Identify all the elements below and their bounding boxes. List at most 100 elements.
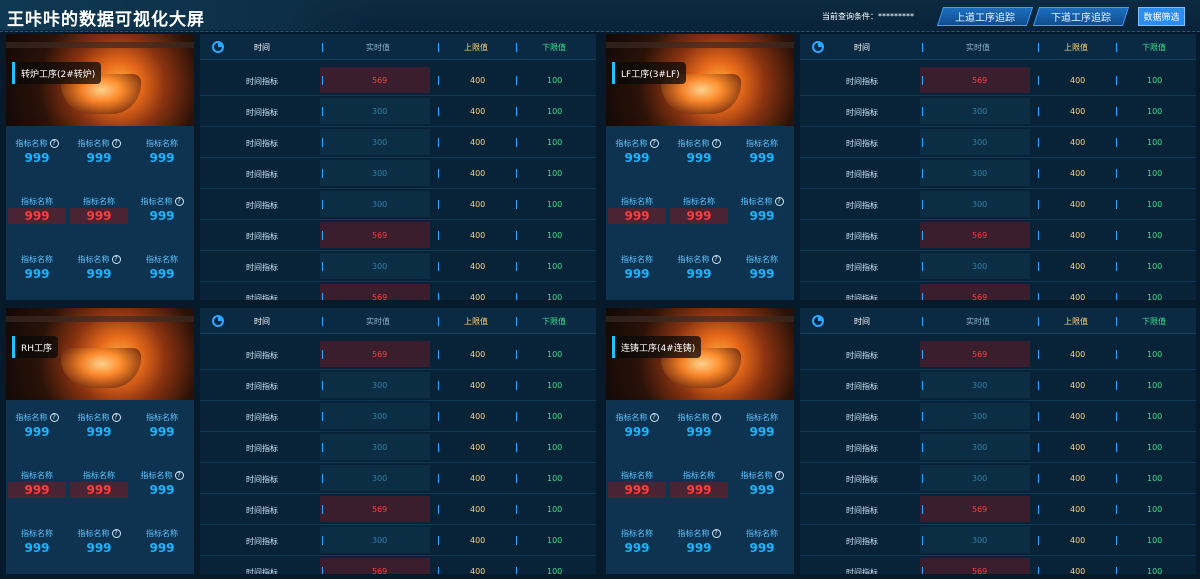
help-icon[interactable]: ? [649, 412, 659, 422]
table-row[interactable]: 时间指标 300 400 100 [200, 370, 596, 401]
table-header: 时间 实时值 上限值 下限值 [200, 308, 596, 334]
process-label[interactable]: RH工序 [12, 336, 59, 358]
help-icon[interactable]: ? [49, 138, 59, 148]
row-realtime: 569 [972, 231, 988, 240]
table-row[interactable]: 时间指标 300 400 100 [800, 525, 1196, 556]
row-time: 时间指标 [246, 294, 278, 300]
prev-process-button[interactable]: 上道工序追踪 [936, 7, 1034, 26]
row-lower: 100 [547, 107, 563, 116]
metric-value: 999 [86, 541, 112, 555]
help-icon[interactable]: ? [111, 138, 121, 148]
table-row[interactable]: 时间指标 300 400 100 [800, 96, 1196, 127]
divider [1038, 567, 1039, 574]
help-icon[interactable]: ? [111, 254, 121, 264]
metric-label: 指标名称 [21, 528, 53, 538]
table-row[interactable]: 时间指标 569 400 100 [200, 282, 596, 300]
help-icon[interactable]: ? [774, 196, 784, 206]
table-row[interactable]: 时间指标 300 400 100 [800, 401, 1196, 432]
row-realtime: 300 [972, 443, 988, 452]
metric-value: 999 [686, 267, 712, 281]
help-icon[interactable]: ? [111, 528, 121, 538]
divider [1116, 350, 1117, 359]
divider [322, 107, 323, 116]
filter-button[interactable]: 数据筛选 [1138, 7, 1185, 26]
divider [516, 474, 517, 483]
divider [516, 412, 517, 421]
process-label[interactable]: LF工序(3#LF) [612, 62, 686, 84]
row-upper: 400 [1070, 474, 1086, 483]
table-row[interactable]: 时间指标 300 400 100 [800, 370, 1196, 401]
table-row[interactable]: 时间指标 300 400 100 [800, 463, 1196, 494]
help-icon[interactable]: ? [649, 138, 659, 148]
divider [516, 262, 517, 271]
table-row[interactable]: 时间指标 569 400 100 [200, 556, 596, 574]
help-icon[interactable]: ? [711, 138, 721, 148]
metric-label: 指标名称 [746, 254, 778, 264]
pie-chart-icon [212, 41, 224, 53]
table-row[interactable]: 时间指标 300 400 100 [200, 463, 596, 494]
metric-value: 999 [749, 267, 775, 281]
divider [438, 412, 439, 421]
table-row[interactable]: 时间指标 300 400 100 [200, 525, 596, 556]
table-row[interactable]: 时间指标 300 400 100 [200, 127, 596, 158]
process-label[interactable]: 转炉工序(2#转炉) [12, 62, 102, 84]
photo-beam [606, 316, 794, 322]
next-process-button[interactable]: 下道工序追踪 [1032, 7, 1130, 26]
metric-name: 指标名称 [606, 468, 668, 482]
help-icon[interactable]: ? [774, 470, 784, 480]
header-realtime: 实时值 [966, 43, 990, 52]
table-row[interactable]: 时间指标 569 400 100 [800, 65, 1196, 96]
row-realtime: 300 [972, 107, 988, 116]
divider [516, 76, 517, 85]
metric-card: 指标名称? 999 [68, 252, 130, 288]
table-row[interactable]: 时间指标 569 400 100 [200, 65, 596, 96]
table-row[interactable]: 时间指标 300 400 100 [200, 96, 596, 127]
row-realtime: 300 [972, 474, 988, 483]
divider [322, 231, 323, 240]
table-row[interactable]: 时间指标 300 400 100 [200, 251, 596, 282]
row-realtime: 569 [372, 293, 388, 300]
metric-value: 999 [24, 151, 50, 165]
header-lower: 下限值 [1142, 43, 1166, 52]
page-title: 王咔咔的数据可视化大屏 [7, 10, 205, 30]
table-row[interactable]: 时间指标 569 400 100 [200, 220, 596, 251]
metric-name: 指标名称? [606, 136, 668, 150]
table-row[interactable]: 时间指标 300 400 100 [800, 158, 1196, 189]
metric-value: 999 [686, 541, 712, 555]
help-icon[interactable]: ? [111, 412, 121, 422]
table-row[interactable]: 时间指标 300 400 100 [800, 251, 1196, 282]
help-icon[interactable]: ? [711, 528, 721, 538]
process-label[interactable]: 连铸工序(4#连铸) [612, 336, 702, 358]
table-row[interactable]: 时间指标 300 400 100 [800, 127, 1196, 158]
table-row[interactable]: 时间指标 300 400 100 [200, 189, 596, 220]
metric-value: 999 [8, 482, 66, 498]
table-row[interactable]: 时间指标 300 400 100 [200, 401, 596, 432]
help-icon[interactable]: ? [711, 412, 721, 422]
table-row[interactable]: 时间指标 569 400 100 [800, 556, 1196, 574]
metric-label: 指标名称 [621, 254, 653, 264]
table-row[interactable]: 时间指标 569 400 100 [200, 494, 596, 525]
divider [438, 293, 439, 300]
row-time: 时间指标 [846, 232, 878, 241]
table-row[interactable]: 时间指标 569 400 100 [800, 220, 1196, 251]
metric-value: 999 [624, 425, 650, 439]
table-row[interactable]: 时间指标 569 400 100 [800, 282, 1196, 300]
help-icon[interactable]: ? [711, 254, 721, 264]
metric-name: 指标名称? [606, 410, 668, 424]
table-row[interactable]: 时间指标 300 400 100 [200, 158, 596, 189]
table-row[interactable]: 时间指标 569 400 100 [200, 339, 596, 370]
table-row[interactable]: 时间指标 569 400 100 [800, 494, 1196, 525]
table-row[interactable]: 时间指标 300 400 100 [800, 189, 1196, 220]
table-row[interactable]: 时间指标 300 400 100 [200, 432, 596, 463]
metric-card: 指标名称 999 [606, 526, 668, 562]
row-time: 时间指标 [246, 413, 278, 422]
divider [438, 350, 439, 359]
divider [1038, 293, 1039, 300]
help-icon[interactable]: ? [174, 196, 184, 206]
metric-label: 指标名称 [77, 528, 110, 538]
help-icon[interactable]: ? [174, 470, 184, 480]
row-time: 时间指标 [246, 444, 278, 453]
table-row[interactable]: 时间指标 300 400 100 [800, 432, 1196, 463]
table-row[interactable]: 时间指标 569 400 100 [800, 339, 1196, 370]
help-icon[interactable]: ? [49, 412, 59, 422]
